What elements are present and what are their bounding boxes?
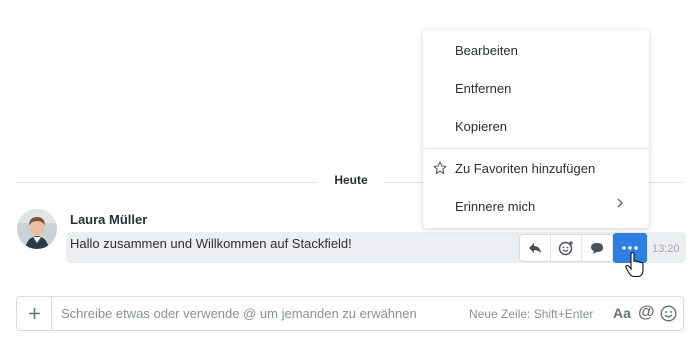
emoji-icon[interactable] <box>660 305 677 322</box>
message-text: Hallo zusammen und Willkommen auf Stackf… <box>70 236 352 251</box>
newline-hint: Neue Zeile: Shift+Enter <box>469 307 594 321</box>
message-input[interactable]: Schreibe etwas oder verwende @ um jemand… <box>61 306 417 321</box>
day-divider-line <box>16 182 318 183</box>
menu-item-add-favorite[interactable]: Zu Favoriten hinzufügen <box>455 161 595 176</box>
avatar[interactable] <box>17 209 57 249</box>
mention-button[interactable]: @ <box>638 302 655 322</box>
day-label: Heute <box>334 173 368 187</box>
reply-button[interactable] <box>520 235 551 261</box>
comment-icon <box>590 242 603 254</box>
reply-icon <box>529 243 541 253</box>
star-icon <box>433 161 447 175</box>
add-attachment-button[interactable] <box>17 297 52 330</box>
comment-button[interactable] <box>582 235 613 261</box>
menu-separator <box>423 148 649 149</box>
menu-item-copy[interactable]: Kopieren <box>455 119 507 134</box>
menu-item-remind-me[interactable]: Erinnere mich <box>455 199 535 214</box>
chevron-right-icon <box>617 198 623 208</box>
menu-item-edit[interactable]: Bearbeiten <box>455 43 518 58</box>
plus-icon <box>28 308 40 319</box>
message-timestamp: 13:20 <box>652 243 680 255</box>
add-reaction-icon <box>558 241 573 256</box>
more-icon <box>622 246 638 250</box>
message-author[interactable]: Laura Müller <box>70 212 147 227</box>
message-composer: Schreibe etwas oder verwende @ um jemand… <box>16 296 684 331</box>
context-menu: Bearbeiten Entfernen Kopieren Zu Favorit… <box>423 30 649 228</box>
hand-cursor-icon <box>625 252 644 278</box>
add-reaction-button[interactable] <box>551 235 582 261</box>
format-button[interactable]: Aa <box>613 305 631 321</box>
menu-item-remove[interactable]: Entfernen <box>455 81 511 96</box>
